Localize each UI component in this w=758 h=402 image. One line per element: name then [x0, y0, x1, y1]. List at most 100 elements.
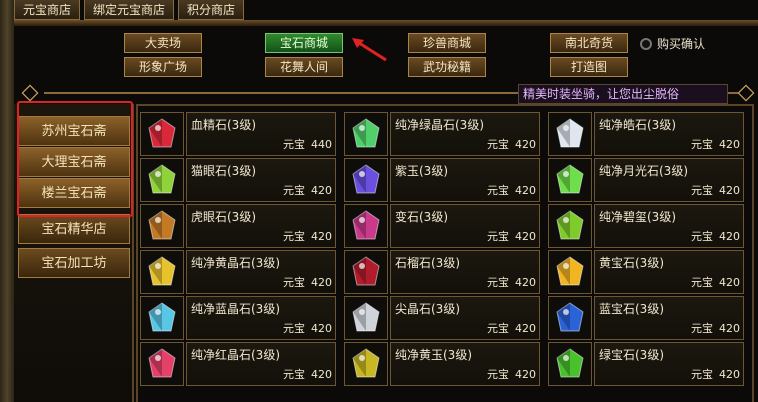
item-price: 元宝 420 — [487, 182, 536, 198]
category-gem-mall[interactable]: 宝石商城 — [265, 33, 343, 53]
item-cell[interactable]: 纯净黄玉(3级) 元宝 420 — [344, 342, 540, 386]
item-icon-slot[interactable] — [344, 112, 388, 156]
item-cell[interactable]: 纯净月光石(3级) 元宝 420 — [548, 158, 744, 202]
shop-gem-workshop[interactable]: 宝石加工坊 — [18, 248, 130, 278]
item-icon-slot[interactable] — [140, 204, 184, 248]
item-icon-slot[interactable] — [548, 112, 592, 156]
red-crystal-icon — [148, 348, 176, 378]
item-cell[interactable]: 紫玉(3级) 元宝 420 — [344, 158, 540, 202]
price-value: 420 — [719, 368, 740, 381]
category-big-market[interactable]: 大卖场 — [124, 33, 202, 53]
item-name: 石榴石(3级) — [395, 256, 460, 270]
category-flower-dance[interactable]: 花舞人间 — [265, 57, 343, 77]
item-name: 绿宝石(3级) — [599, 348, 664, 362]
moonstone-icon — [556, 164, 584, 194]
item-cell[interactable]: 绿宝石(3级) 元宝 420 — [548, 342, 744, 386]
item-name: 纯净黄玉(3级) — [395, 348, 472, 362]
item-info[interactable]: 蓝宝石(3级) 元宝 420 — [594, 296, 744, 340]
currency-label: 元宝 — [487, 230, 509, 243]
item-price: 元宝 420 — [283, 182, 332, 198]
item-name: 纯净碧玺(3级) — [599, 210, 676, 224]
red-gem-icon — [148, 118, 176, 148]
price-value: 420 — [515, 184, 536, 197]
item-cell[interactable]: 纯净碧玺(3级) 元宝 420 — [548, 204, 744, 248]
item-cell[interactable]: 虎眼石(3级) 元宝 420 — [140, 204, 336, 248]
category-martial-arts-books[interactable]: 武功秘籍 — [408, 57, 486, 77]
radio-icon[interactable] — [640, 37, 652, 50]
item-info[interactable]: 猫眼石(3级) 元宝 420 — [186, 158, 336, 202]
item-name: 虎眼石(3级) — [191, 210, 256, 224]
item-cell[interactable]: 变石(3级) 元宝 420 — [344, 204, 540, 248]
purchase-confirm-toggle[interactable]: 购买确认 — [640, 35, 705, 52]
item-icon-slot[interactable] — [548, 342, 592, 386]
category-image-plaza[interactable]: 形象广场 — [124, 57, 202, 77]
currency-label: 元宝 — [691, 322, 713, 335]
item-info[interactable]: 纯净黄晶石(3级) 元宝 420 — [186, 250, 336, 294]
category-exotic-goods[interactable]: 南北奇货 — [550, 33, 628, 53]
item-cell[interactable]: 猫眼石(3级) 元宝 420 — [140, 158, 336, 202]
item-cell[interactable]: 纯净红晶石(3级) 元宝 420 — [140, 342, 336, 386]
item-icon-slot[interactable] — [140, 342, 184, 386]
item-info[interactable]: 变石(3级) 元宝 420 — [390, 204, 540, 248]
item-info[interactable]: 纯净蓝晶石(3级) 元宝 420 — [186, 296, 336, 340]
item-info[interactable]: 纯净红晶石(3级) 元宝 420 — [186, 342, 336, 386]
item-cell[interactable]: 尖晶石(3级) 元宝 420 — [344, 296, 540, 340]
item-info[interactable]: 纯净皓石(3级) 元宝 420 — [594, 112, 744, 156]
item-info[interactable]: 虎眼石(3级) 元宝 420 — [186, 204, 336, 248]
price-value: 420 — [515, 276, 536, 289]
store-tabs: 元宝商店 绑定元宝商店 积分商店 — [14, 0, 245, 20]
item-cell[interactable]: 血精石(3级) 元宝 440 — [140, 112, 336, 156]
item-icon-slot[interactable] — [548, 158, 592, 202]
item-icon-slot[interactable] — [548, 204, 592, 248]
currency-label: 元宝 — [487, 276, 509, 289]
item-cell[interactable]: 黄宝石(3级) 元宝 420 — [548, 250, 744, 294]
item-icon-slot[interactable] — [344, 342, 388, 386]
item-info[interactable]: 纯净碧玺(3级) 元宝 420 — [594, 204, 744, 248]
item-icon-slot[interactable] — [548, 250, 592, 294]
currency-label: 元宝 — [691, 184, 713, 197]
yellow-crystal-icon — [148, 256, 176, 286]
item-price: 元宝 420 — [691, 274, 740, 290]
item-info[interactable]: 绿宝石(3级) 元宝 420 — [594, 342, 744, 386]
item-icon-slot[interactable] — [344, 204, 388, 248]
item-info[interactable]: 尖晶石(3级) 元宝 420 — [390, 296, 540, 340]
ornament-left-icon — [21, 84, 39, 102]
category-crafting-plans[interactable]: 打造图 — [550, 57, 628, 77]
item-icon-slot[interactable] — [140, 250, 184, 294]
item-cell[interactable]: 石榴石(3级) 元宝 420 — [344, 250, 540, 294]
item-info[interactable]: 血精石(3级) 元宝 440 — [186, 112, 336, 156]
item-icon-slot[interactable] — [344, 158, 388, 202]
item-info[interactable]: 黄宝石(3级) 元宝 420 — [594, 250, 744, 294]
green-crystal-icon — [352, 118, 380, 148]
price-value: 420 — [515, 368, 536, 381]
item-cell[interactable]: 纯净黄晶石(3级) 元宝 420 — [140, 250, 336, 294]
tab-yuanbao-store[interactable]: 元宝商店 — [14, 0, 81, 20]
price-value: 420 — [515, 322, 536, 335]
shop-gem-essence[interactable]: 宝石精华店 — [18, 214, 130, 244]
item-price: 元宝 420 — [691, 136, 740, 152]
item-icon-slot[interactable] — [344, 250, 388, 294]
item-cell[interactable]: 纯净蓝晶石(3级) 元宝 420 — [140, 296, 336, 340]
item-info[interactable]: 纯净绿晶石(3级) 元宝 420 — [390, 112, 540, 156]
tab-bound-yuanbao-store[interactable]: 绑定元宝商店 — [84, 0, 175, 20]
item-cell[interactable]: 蓝宝石(3级) 元宝 420 — [548, 296, 744, 340]
item-price: 元宝 420 — [283, 228, 332, 244]
item-info[interactable]: 紫玉(3级) 元宝 420 — [390, 158, 540, 202]
item-cell[interactable]: 纯净皓石(3级) 元宝 420 — [548, 112, 744, 156]
category-pet-mall[interactable]: 珍兽商城 — [408, 33, 486, 53]
item-info[interactable]: 纯净黄玉(3级) 元宝 420 — [390, 342, 540, 386]
tourmaline-icon — [556, 210, 584, 240]
price-value: 420 — [719, 276, 740, 289]
tab-points-store[interactable]: 积分商店 — [178, 0, 245, 20]
item-icon-slot[interactable] — [140, 158, 184, 202]
item-icon-slot[interactable] — [344, 296, 388, 340]
currency-label: 元宝 — [283, 230, 305, 243]
yellow-jade-icon — [352, 348, 380, 378]
item-icon-slot[interactable] — [140, 112, 184, 156]
item-icon-slot[interactable] — [140, 296, 184, 340]
item-cell[interactable]: 纯净绿晶石(3级) 元宝 420 — [344, 112, 540, 156]
item-info[interactable]: 纯净月光石(3级) 元宝 420 — [594, 158, 744, 202]
currency-label: 元宝 — [283, 138, 305, 151]
item-info[interactable]: 石榴石(3级) 元宝 420 — [390, 250, 540, 294]
item-icon-slot[interactable] — [548, 296, 592, 340]
